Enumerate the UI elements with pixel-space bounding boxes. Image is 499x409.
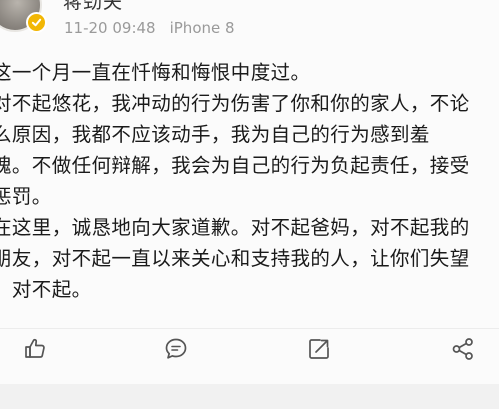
share-icon (452, 338, 473, 360)
post-meta: 11-20 09:48 iPhone 8 (64, 19, 235, 37)
repost-button[interactable] (304, 334, 334, 364)
post-text: 这一个月一直在忏悔和悔恨中度过。 对不起悠花，我冲动的行为伤害了你和你的家人，不… (0, 57, 499, 305)
post-line: 朋友，对不起一直以来关心和支持我的人，让你们失望 (0, 247, 470, 270)
bottom-separator (0, 384, 499, 409)
like-button[interactable] (20, 334, 50, 364)
checkmark-icon (31, 18, 42, 27)
post-line: 惩罚。 (0, 185, 52, 208)
verified-badge-icon (26, 12, 47, 33)
post-line: 在这里，诚恳地向大家道歉。对不起爸妈，对不起我的 (0, 216, 470, 239)
post-line: 么原因，我都不应该动手，我为自己的行为感到羞 (0, 123, 430, 146)
post-device: iPhone 8 (169, 19, 235, 37)
repost-icon (309, 339, 329, 359)
comment-icon (165, 338, 187, 359)
comment-button[interactable] (161, 334, 191, 364)
post-line: 愧。不做任何辩解，我会为自己的行为负起责任，接受 (0, 154, 470, 177)
action-bar (0, 334, 499, 368)
username[interactable]: 蒋劲夫 (63, 0, 123, 14)
post-line: 对不起悠花，我冲动的行为伤害了你和你的家人，不论 (0, 92, 470, 115)
action-divider (0, 328, 499, 329)
thumbs-up-icon (25, 338, 45, 358)
post-timestamp: 11-20 09:48 (64, 19, 156, 37)
post-line: 这一个月一直在忏悔和悔恨中度过。 (0, 61, 311, 84)
post-line: ，对不起。 (0, 278, 92, 301)
share-button[interactable] (448, 334, 478, 364)
weibo-post-screen: 蒋劲夫 11-20 09:48 iPhone 8 这一个月一直在忏悔和悔恨中度过… (0, 0, 499, 409)
